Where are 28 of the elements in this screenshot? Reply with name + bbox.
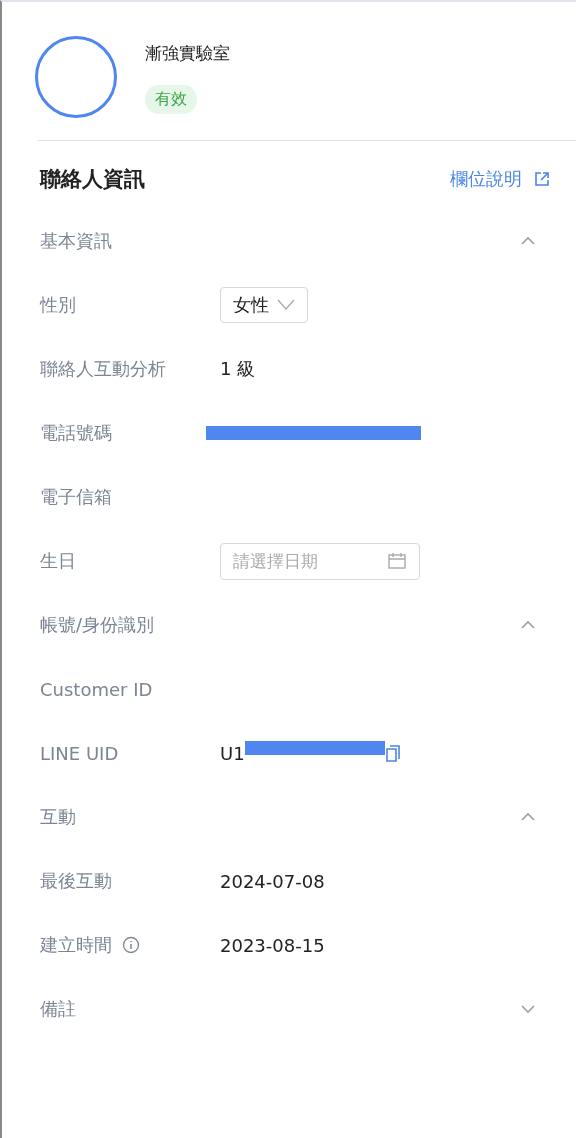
chevron-down-icon <box>277 298 295 312</box>
field-help-link[interactable]: 欄位說明 <box>450 167 550 191</box>
section-header[interactable]: 帳號/身份識別 <box>2 593 576 657</box>
contact-name: 漸強實驗室 <box>145 42 230 65</box>
field-label: 建立時間 <box>40 933 112 957</box>
field-value: 2024-07-08 <box>220 870 325 892</box>
status-badge: 有效 <box>145 85 197 114</box>
field-value: 1 級 <box>220 357 256 381</box>
field-label: 電子信箱 <box>40 485 112 509</box>
field-label: Customer ID <box>40 678 153 700</box>
date-field[interactable]: 請選擇日期 <box>220 542 420 580</box>
field-value: 2023-08-15 <box>220 934 325 956</box>
field-value: U1 <box>220 742 245 764</box>
field-label: 聯絡人互動分析 <box>40 357 166 381</box>
copy-icon[interactable] <box>384 743 401 763</box>
field-label: 性別 <box>40 293 76 317</box>
field-label: 最後互動 <box>40 869 112 893</box>
section-header[interactable]: 互動 <box>2 785 576 849</box>
field-label: LINE UID <box>40 742 119 764</box>
field-label: 生日 <box>40 549 76 573</box>
section-header[interactable]: 基本資訊 <box>2 209 576 273</box>
field-label: 電話號碼 <box>40 421 112 445</box>
calendar-icon <box>387 551 407 571</box>
section-title: 聯絡人資訊 <box>40 166 145 193</box>
info-icon[interactable] <box>122 936 140 954</box>
section-header[interactable]: 備註 <box>2 977 576 1041</box>
gender-select[interactable]: 女性 <box>220 287 308 323</box>
external-link-icon <box>534 171 550 187</box>
